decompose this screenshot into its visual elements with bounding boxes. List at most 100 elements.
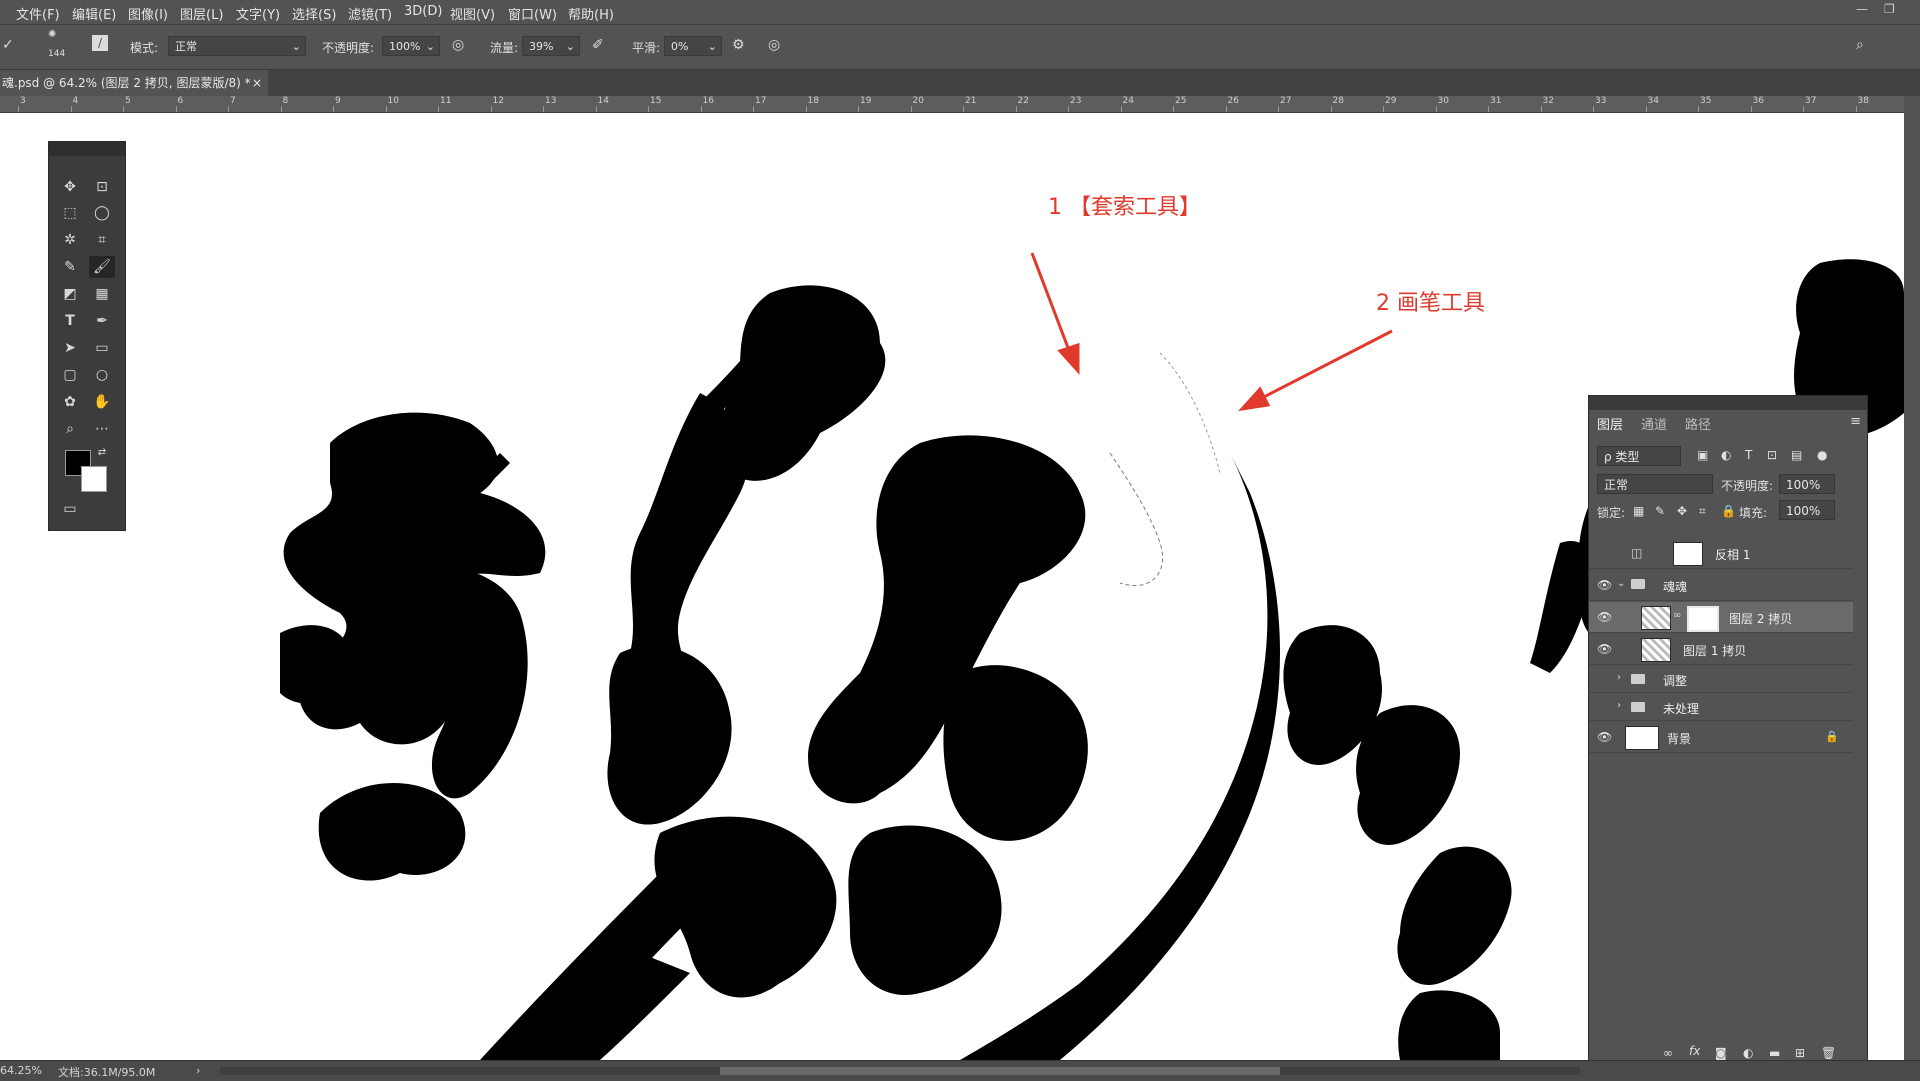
marquee-tool-icon[interactable]: ⬚	[57, 202, 83, 224]
chevron-down-icon[interactable]: ⌄	[1617, 578, 1625, 589]
move-tool-icon[interactable]: ✥	[57, 176, 83, 198]
panel-menu-icon[interactable]: ≡	[1850, 414, 1861, 429]
lasso-tool-icon[interactable]: ◯	[89, 202, 115, 224]
lock-position-icon[interactable]: ✥	[1677, 504, 1687, 518]
rounded-rect-icon[interactable]: ▢	[57, 364, 83, 386]
layer-row-layer1-copy[interactable]: 👁 图层 1 拷贝	[1589, 634, 1853, 665]
new-adjustment-icon[interactable]: ◐	[1743, 1046, 1753, 1060]
new-layer-icon[interactable]: ⊞	[1795, 1046, 1805, 1060]
pressure-opacity-icon[interactable]: ◎	[452, 37, 464, 53]
lock-artboard-icon[interactable]: ⌗	[1699, 504, 1706, 519]
zoom-level[interactable]: 64.25%	[0, 1064, 42, 1077]
menu-image[interactable]: 图像(I)	[128, 4, 168, 23]
restore-icon[interactable]: ❐	[1884, 2, 1895, 16]
document-size[interactable]: 文档:36.1M/95.0M	[58, 1064, 155, 1080]
horizontal-scrollbar[interactable]	[220, 1067, 1580, 1075]
brush-preset-icon[interactable]: ✺	[48, 29, 56, 40]
type-tool-icon[interactable]: T	[57, 310, 83, 332]
layer-row-group-adjust[interactable]: › 调整	[1589, 666, 1853, 693]
chevron-right-icon[interactable]: ›	[1617, 672, 1621, 683]
visibility-off-icon[interactable]	[1597, 674, 1611, 688]
layer-mask-thumb[interactable]	[1687, 606, 1719, 632]
menu-edit[interactable]: 编辑(E)	[72, 4, 116, 23]
status-menu-icon[interactable]: ›	[196, 1064, 200, 1077]
custom-shape-icon[interactable]: ✿	[57, 391, 83, 413]
menu-help[interactable]: 帮助(H)	[568, 4, 614, 23]
crop-tool-icon[interactable]: ⌗	[89, 229, 115, 251]
magic-wand-icon[interactable]: ✲	[57, 229, 83, 251]
eye-icon[interactable]: 👁	[1597, 642, 1612, 656]
flow-input[interactable]: 39% ⌄	[522, 36, 580, 56]
pressure-size-icon[interactable]: ◎	[768, 37, 780, 53]
filter-type-select[interactable]: ρ 类型	[1597, 446, 1681, 466]
menu-filter[interactable]: 滤镜(T)	[348, 4, 392, 23]
ellipse-tool-icon[interactable]: ○	[89, 364, 115, 386]
filter-toggle-icon[interactable]: ●	[1817, 448, 1827, 462]
layer-row-group-hun[interactable]: 👁 ⌄ 魂魂	[1589, 570, 1853, 601]
add-mask-icon[interactable]: ◙	[1715, 1046, 1727, 1060]
menu-view[interactable]: 视图(V)	[450, 4, 495, 23]
pen-tool-icon[interactable]: ✒	[89, 310, 115, 332]
layer-row-layer2-copy[interactable]: 👁 ∞ 图层 2 拷贝	[1589, 602, 1853, 633]
layer-name: 未处理	[1663, 702, 1700, 716]
brush-panel-icon[interactable]: /	[92, 35, 108, 51]
close-icon[interactable]: ×	[252, 70, 262, 96]
mode-select[interactable]: 正常 ⌄	[168, 36, 306, 56]
visibility-off-icon[interactable]	[1597, 546, 1611, 560]
lock-pixels-icon[interactable]: ✎	[1655, 504, 1665, 518]
menu-window[interactable]: 窗口(W)	[508, 4, 557, 23]
filter-shape-icon[interactable]: ⊡	[1767, 448, 1777, 462]
fill-input[interactable]: 100%	[1779, 500, 1835, 520]
background-color-swatch[interactable]	[81, 466, 107, 492]
more-tools-icon[interactable]: ⋯	[89, 418, 115, 440]
screen-mode-icon[interactable]: ▭	[57, 498, 83, 520]
brush-tool-icon[interactable]: 🖌	[89, 256, 115, 278]
eye-icon[interactable]: 👁	[1597, 730, 1612, 744]
layer-opacity-input[interactable]: 100%	[1779, 474, 1835, 494]
hand-tool-icon[interactable]: ✋	[89, 391, 115, 413]
search-icon[interactable]: ⌕	[1856, 37, 1864, 53]
eyedropper-icon[interactable]: ✎	[57, 256, 83, 278]
layer-row-background[interactable]: 👁 背景 🔒	[1589, 722, 1853, 753]
gradient-tool-icon[interactable]: ▦	[89, 283, 115, 305]
menu-select[interactable]: 选择(S)	[292, 4, 336, 23]
menu-type[interactable]: 文字(Y)	[236, 4, 280, 23]
minimize-icon[interactable]: —	[1856, 2, 1868, 16]
tab-channels[interactable]: 通道	[1641, 414, 1667, 433]
lock-transparent-icon[interactable]: ▦	[1633, 504, 1644, 518]
eraser-icon[interactable]: ◩	[57, 283, 83, 305]
filter-smart-icon[interactable]: ▤	[1791, 448, 1802, 462]
path-selection-icon[interactable]: ➤	[57, 337, 83, 359]
swap-colors-icon[interactable]: ⇄	[89, 442, 115, 464]
menu-file[interactable]: 文件(F)	[16, 4, 60, 23]
document-tab[interactable]: 魂.psd @ 64.2% (图层 2 拷贝, 图层蒙版/8) * ×	[0, 70, 268, 96]
artboard-tool-icon[interactable]: ⊡	[89, 176, 115, 198]
menu-layer[interactable]: 图层(L)	[180, 4, 223, 23]
fx-icon[interactable]: fx	[1689, 1044, 1700, 1058]
filter-adjust-icon[interactable]: ◐	[1721, 448, 1731, 462]
scrollbar-thumb[interactable]	[720, 1067, 1280, 1075]
lock-all-icon[interactable]: 🔒	[1721, 504, 1736, 518]
link-layers-icon[interactable]: ∞	[1663, 1046, 1673, 1060]
zoom-tool-icon[interactable]: ⌕	[57, 418, 83, 440]
chevron-right-icon[interactable]: ›	[1617, 700, 1621, 711]
airbrush-icon[interactable]: ✐	[592, 37, 604, 53]
rectangle-tool-icon[interactable]: ▭	[89, 337, 115, 359]
opacity-input[interactable]: 100% ⌄	[382, 36, 440, 56]
gear-icon[interactable]: ⚙	[732, 37, 745, 53]
new-group-icon[interactable]: ▬	[1769, 1046, 1780, 1060]
eye-icon[interactable]: 👁	[1597, 578, 1612, 592]
trash-icon[interactable]: 🗑	[1821, 1046, 1836, 1060]
brush-tool-icon[interactable]: ✓	[2, 37, 14, 53]
smooth-input[interactable]: 0% ⌄	[664, 36, 722, 56]
layer-row-invert[interactable]: ◫ 反相 1	[1589, 538, 1853, 569]
tab-layers[interactable]: 图层	[1597, 414, 1623, 433]
blend-mode-select[interactable]: 正常	[1597, 474, 1713, 494]
visibility-off-icon[interactable]	[1597, 702, 1611, 716]
filter-type-icon[interactable]: T	[1745, 448, 1752, 462]
filter-pixel-icon[interactable]: ▣	[1697, 448, 1708, 462]
eye-icon[interactable]: 👁	[1597, 610, 1612, 624]
layer-row-group-unprocessed[interactable]: › 未处理	[1589, 694, 1853, 721]
menu-3d[interactable]: 3D(D)	[404, 4, 442, 19]
tab-paths[interactable]: 路径	[1685, 414, 1711, 433]
